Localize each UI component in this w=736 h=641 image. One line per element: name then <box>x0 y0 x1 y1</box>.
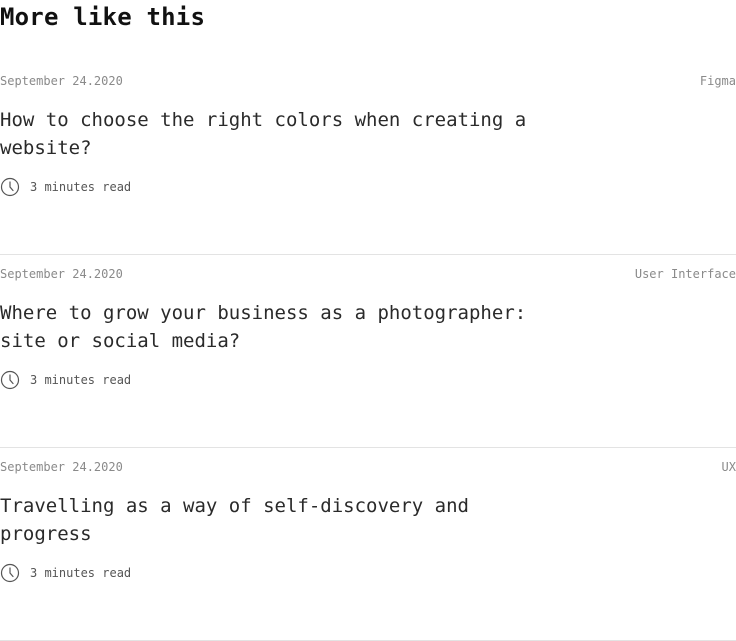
clock-icon <box>0 370 20 390</box>
article-meta: September 24.2020 Figma <box>0 72 736 90</box>
section-title: More like this <box>0 3 206 31</box>
article-title[interactable]: Where to grow your business as a photogr… <box>0 299 560 355</box>
article-date: September 24.2020 <box>0 267 123 281</box>
read-time: 3 minutes read <box>0 563 131 583</box>
read-time-label: 3 minutes read <box>30 180 132 194</box>
article-meta: September 24.2020 User Interface <box>0 265 736 283</box>
read-time: 3 minutes read <box>0 177 131 197</box>
more-like-this-page: More like this September 24.2020 Figma H… <box>0 0 736 641</box>
article-card[interactable]: September 24.2020 UX Travelling as a way… <box>0 448 736 641</box>
article-card[interactable]: September 24.2020 Figma How to choose th… <box>0 62 736 255</box>
article-tag[interactable]: User Interface <box>635 265 736 283</box>
article-date: September 24.2020 <box>0 74 123 88</box>
article-meta: September 24.2020 UX <box>0 458 736 476</box>
article-date: September 24.2020 <box>0 460 123 474</box>
clock-icon <box>0 177 20 197</box>
article-tag[interactable]: Figma <box>700 72 736 90</box>
article-title[interactable]: Travelling as a way of self-discovery an… <box>0 492 560 548</box>
clock-icon <box>0 563 20 583</box>
read-time-label: 3 minutes read <box>30 566 132 580</box>
read-time: 3 minutes read <box>0 370 131 390</box>
read-time-label: 3 minutes read <box>30 373 132 387</box>
article-card[interactable]: September 24.2020 User Interface Where t… <box>0 255 736 448</box>
article-tag[interactable]: UX <box>722 458 736 476</box>
article-title[interactable]: How to choose the right colors when crea… <box>0 106 560 162</box>
